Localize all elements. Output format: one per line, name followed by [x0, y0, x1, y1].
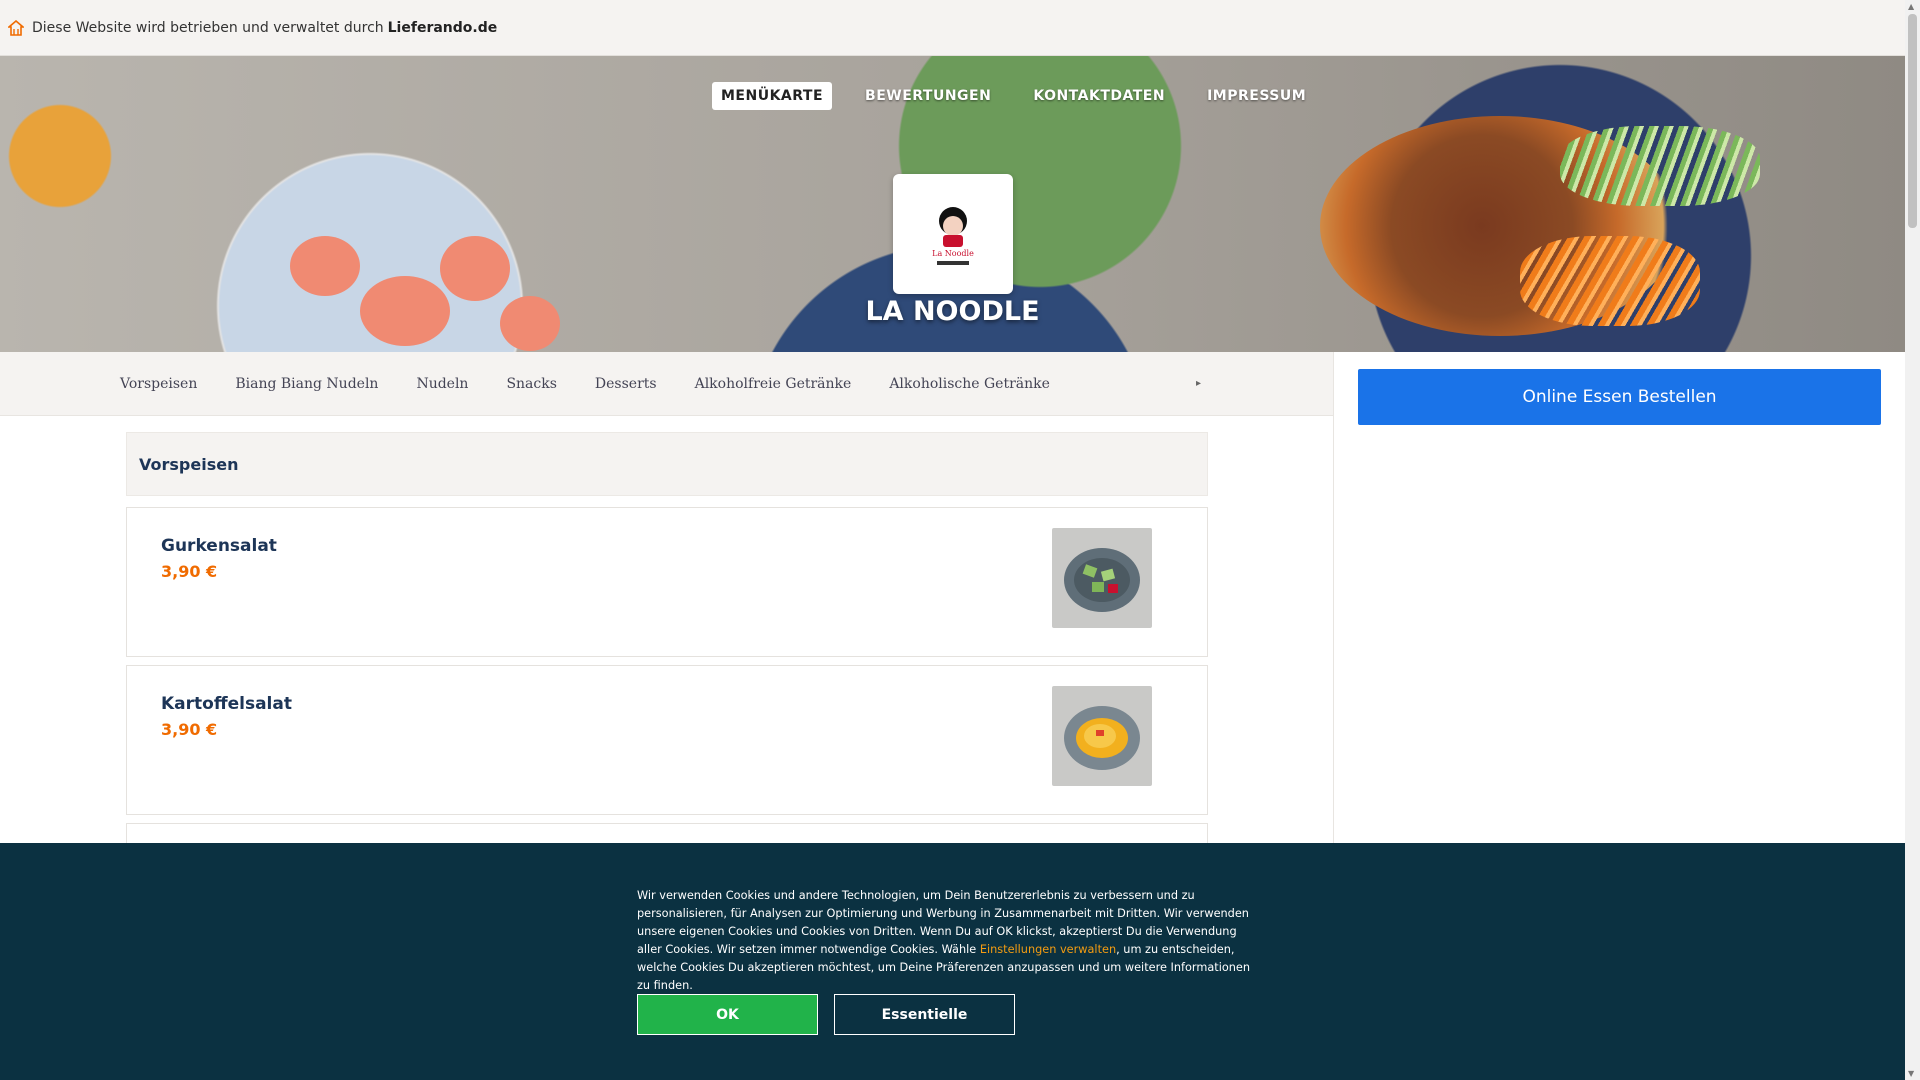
menu-item-name: Kartoffelsalat	[161, 694, 292, 714]
category-alkoholische-getraenke[interactable]: Alkoholische Getränke	[889, 376, 1050, 392]
category-snacks[interactable]: Snacks	[506, 376, 556, 392]
menu-item[interactable]: Kartoffelsalat 3,90 €	[126, 665, 1208, 815]
cookie-essential-button[interactable]: Essentielle	[834, 994, 1015, 1035]
food-decoration	[1560, 126, 1760, 206]
page-scrollbar[interactable]: ▲ ▼	[1905, 0, 1920, 1080]
food-decoration	[290, 236, 360, 296]
category-nudeln[interactable]: Nudeln	[416, 376, 468, 392]
menu-item-price: 3,90 €	[161, 720, 218, 739]
hero-banner: MENÜKARTE BEWERTUNGEN KONTAKTDATEN IMPRE…	[0, 56, 1905, 352]
nav-kontaktdaten[interactable]: KONTAKTDATEN	[1024, 82, 1174, 110]
cookie-ok-button[interactable]: OK	[637, 994, 818, 1035]
food-decoration	[440, 236, 510, 301]
category-bar: Vorspeisen Biang Biang Nudeln Nudeln Sna…	[0, 352, 1333, 416]
home-icon	[8, 19, 24, 36]
category-desserts[interactable]: Desserts	[595, 376, 657, 392]
menu-item-name: Gurkensalat	[161, 536, 277, 556]
nav-impressum[interactable]: IMPRESSUM	[1198, 82, 1315, 110]
category-biang-biang-nudeln[interactable]: Biang Biang Nudeln	[235, 376, 378, 392]
order-online-button[interactable]: Online Essen Bestellen	[1358, 369, 1881, 425]
cookie-settings-link[interactable]: Einstellungen verwalten	[980, 943, 1116, 956]
main-nav: MENÜKARTE BEWERTUNGEN KONTAKTDATEN IMPRE…	[712, 82, 1315, 110]
section-heading: Vorspeisen	[126, 432, 1208, 496]
scroll-down-icon[interactable]: ▼	[1908, 1069, 1914, 1078]
menu-item-image[interactable]	[1052, 686, 1152, 786]
restaurant-logo-image: La Noodle	[932, 207, 974, 265]
restaurant-logo: La Noodle	[893, 174, 1013, 294]
chevron-right-icon[interactable]: ▸	[1196, 378, 1201, 389]
scroll-up-icon[interactable]: ▲	[1908, 2, 1914, 11]
category-alkoholfreie-getraenke[interactable]: Alkoholfreie Getränke	[695, 376, 852, 392]
cookie-banner: Wir verwenden Cookies und andere Technol…	[0, 843, 1905, 1080]
menu-item-price: 3,90 €	[161, 562, 218, 581]
nav-bewertungen[interactable]: BEWERTUNGEN	[856, 82, 1000, 110]
scrollbar-thumb[interactable]	[1908, 14, 1917, 228]
nav-menukarte[interactable]: MENÜKARTE	[712, 82, 833, 110]
section-title: Vorspeisen	[139, 454, 239, 474]
cookie-text: Wir verwenden Cookies und andere Technol…	[637, 887, 1261, 995]
logo-lettering: La Noodle	[932, 249, 974, 258]
operator-brand-link[interactable]: Lieferando.de	[388, 20, 498, 36]
operator-text: Diese Website wird betrieben und verwalt…	[32, 19, 384, 36]
category-vorspeisen[interactable]: Vorspeisen	[120, 376, 197, 392]
menu-item[interactable]: Gurkensalat 3,90 €	[126, 507, 1208, 657]
menu-item-image[interactable]	[1052, 528, 1152, 628]
operator-bar: Diese Website wird betrieben und verwalt…	[0, 0, 1905, 56]
restaurant-name: LA NOODLE	[865, 296, 1040, 327]
